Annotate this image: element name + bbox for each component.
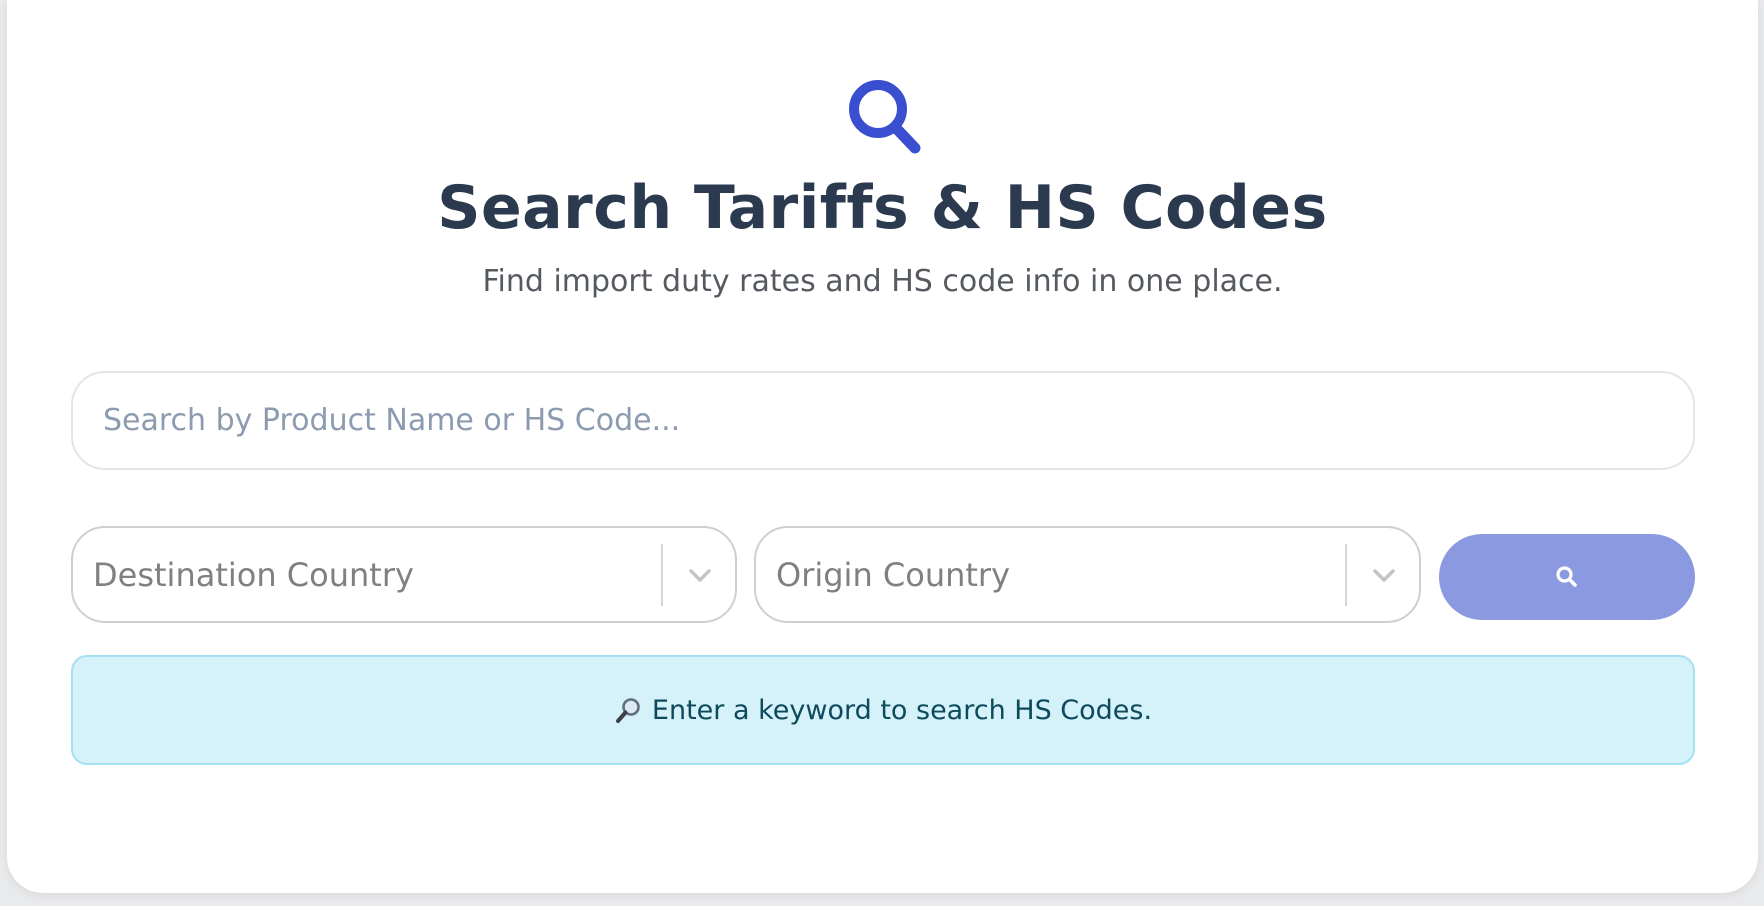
search-icon [849,80,921,154]
origin-country-placeholder: Origin Country [776,555,1011,594]
origin-country-select[interactable]: Origin Country [754,526,1421,623]
chevron-down-icon[interactable] [1367,558,1401,592]
search-icon [1556,566,1577,587]
search-input[interactable] [71,371,1695,470]
select-divider [1345,544,1347,606]
search-card: Search Tariffs & HS Codes Find import du… [7,0,1758,893]
info-alert: Enter a keyword to search HS Codes. [71,655,1695,765]
destination-country-select[interactable]: Destination Country [71,526,737,623]
page-subtitle: Find import duty rates and HS code info … [482,264,1283,299]
magnifying-glass-icon [615,698,640,723]
select-divider [661,544,663,606]
chevron-down-icon[interactable] [683,558,717,592]
page-title: Search Tariffs & HS Codes [437,173,1328,243]
search-button[interactable] [1439,534,1695,620]
destination-country-placeholder: Destination Country [93,555,414,594]
info-message: Enter a keyword to search HS Codes. [651,694,1153,726]
